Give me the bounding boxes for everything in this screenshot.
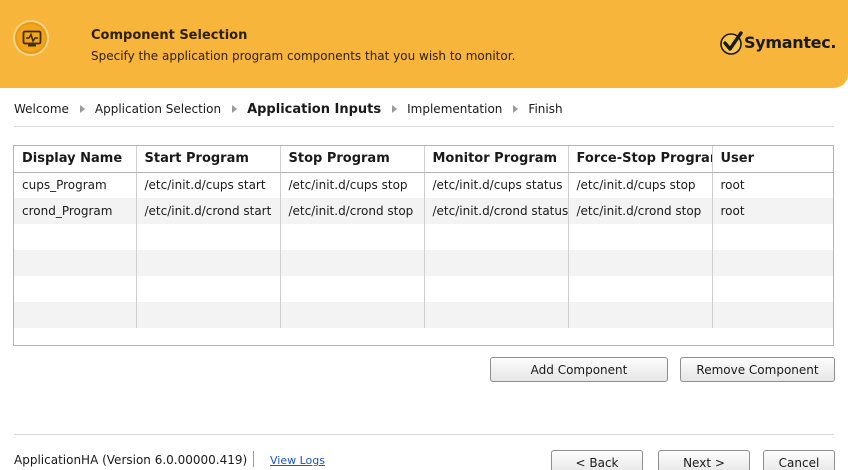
table-cell[interactable]: root — [712, 172, 833, 198]
table-cell[interactable] — [14, 224, 137, 250]
breadcrumb-step: Welcome — [14, 102, 69, 116]
checkmark-logo-icon — [720, 31, 743, 55]
table-cell[interactable]: /etc/init.d/crond stop — [568, 198, 713, 224]
table-cell[interactable] — [280, 302, 425, 328]
table-cell[interactable] — [424, 276, 569, 302]
table-cell[interactable] — [568, 276, 713, 302]
table-cell[interactable] — [712, 302, 833, 328]
breadcrumb-step: Application Inputs — [247, 101, 382, 117]
table-cell[interactable] — [424, 302, 569, 328]
table-cell[interactable]: root — [712, 198, 833, 224]
column-header[interactable]: Stop Program — [280, 146, 425, 173]
column-header[interactable]: Start Program — [136, 146, 281, 173]
breadcrumb: Welcome Application Selection Application … — [14, 101, 563, 117]
table-cell[interactable]: crond_Program — [14, 198, 137, 224]
breadcrumb-arrow-icon — [392, 105, 398, 113]
table-cell[interactable] — [14, 302, 137, 328]
table-cell[interactable] — [568, 250, 713, 276]
table-cell[interactable] — [14, 250, 137, 276]
page-title: Component Selection — [91, 28, 248, 43]
table-row[interactable] — [14, 302, 833, 328]
components-table[interactable]: Display Name Start Program Stop Program Mon… — [13, 145, 834, 346]
footer-divider — [14, 434, 834, 435]
breadcrumb-step: Implementation — [407, 102, 503, 116]
table-cell[interactable] — [280, 224, 425, 250]
table-cell[interactable] — [136, 250, 281, 276]
table-cell[interactable] — [712, 250, 833, 276]
table-cell[interactable]: /etc/init.d/crond status — [424, 198, 569, 224]
column-header[interactable]: Force-Stop Program — [568, 146, 713, 173]
remove-component-button[interactable]: Remove Component — [680, 357, 835, 382]
table-cell[interactable] — [568, 224, 713, 250]
column-header[interactable]: Monitor Program — [424, 146, 569, 173]
breadcrumb-arrow-icon — [513, 105, 519, 113]
breadcrumb-arrow-icon — [232, 105, 238, 113]
table-cell[interactable] — [280, 250, 425, 276]
table-cell[interactable]: /etc/init.d/crond stop — [280, 198, 425, 224]
breadcrumb-divider — [14, 126, 834, 127]
add-component-button[interactable]: Add Component — [490, 357, 668, 382]
breadcrumb-step: Finish — [528, 102, 563, 116]
table-cell[interactable]: /etc/init.d/cups status — [424, 172, 569, 198]
table-cell[interactable] — [712, 276, 833, 302]
table-cell[interactable]: /etc/init.d/crond start — [136, 198, 281, 224]
table-cell[interactable] — [136, 302, 281, 328]
table-cell[interactable]: /etc/init.d/cups start — [136, 172, 281, 198]
next-button[interactable]: Next > — [658, 450, 750, 470]
table-row[interactable]: cups_Program/etc/init.d/cups start/etc/i… — [14, 172, 833, 198]
header-banner: Component Selection Specify the applicat… — [0, 0, 848, 88]
monitor-icon — [13, 20, 49, 56]
column-header[interactable]: User — [712, 146, 833, 173]
table-row[interactable] — [14, 224, 833, 250]
table-cell[interactable] — [14, 276, 137, 302]
view-logs-link[interactable]: View Logs — [270, 454, 325, 467]
breadcrumb-arrow-icon — [79, 105, 85, 113]
page-subtitle: Specify the application program componen… — [91, 49, 516, 63]
table-cell[interactable] — [136, 224, 281, 250]
table-row[interactable] — [14, 276, 833, 302]
footer-separator — [253, 451, 254, 467]
brand-dot: . — [830, 33, 837, 52]
version-text: ApplicationHA (Version 6.0.00000.419) — [14, 453, 248, 467]
back-button[interactable]: < Back — [551, 450, 643, 470]
table-cell[interactable] — [424, 250, 569, 276]
table-cell[interactable] — [568, 302, 713, 328]
breadcrumb-step: Application Selection — [94, 102, 222, 116]
column-header[interactable]: Display Name — [14, 146, 137, 173]
table-cell[interactable] — [712, 224, 833, 250]
cancel-button[interactable]: Cancel — [763, 450, 835, 470]
table-cell[interactable] — [424, 224, 569, 250]
table-row[interactable] — [14, 250, 833, 276]
brand-name: Symantec — [744, 33, 831, 52]
table-cell[interactable]: cups_Program — [14, 172, 137, 198]
table-cell[interactable] — [136, 276, 281, 302]
table-cell[interactable] — [280, 276, 425, 302]
table-cell[interactable]: /etc/init.d/cups stop — [280, 172, 425, 198]
table-cell[interactable]: /etc/init.d/cups stop — [568, 172, 713, 198]
table-row[interactable]: crond_Program/etc/init.d/crond start/etc… — [14, 198, 833, 224]
table-header-row: Display Name Start Program Stop Program Mon… — [14, 146, 833, 173]
